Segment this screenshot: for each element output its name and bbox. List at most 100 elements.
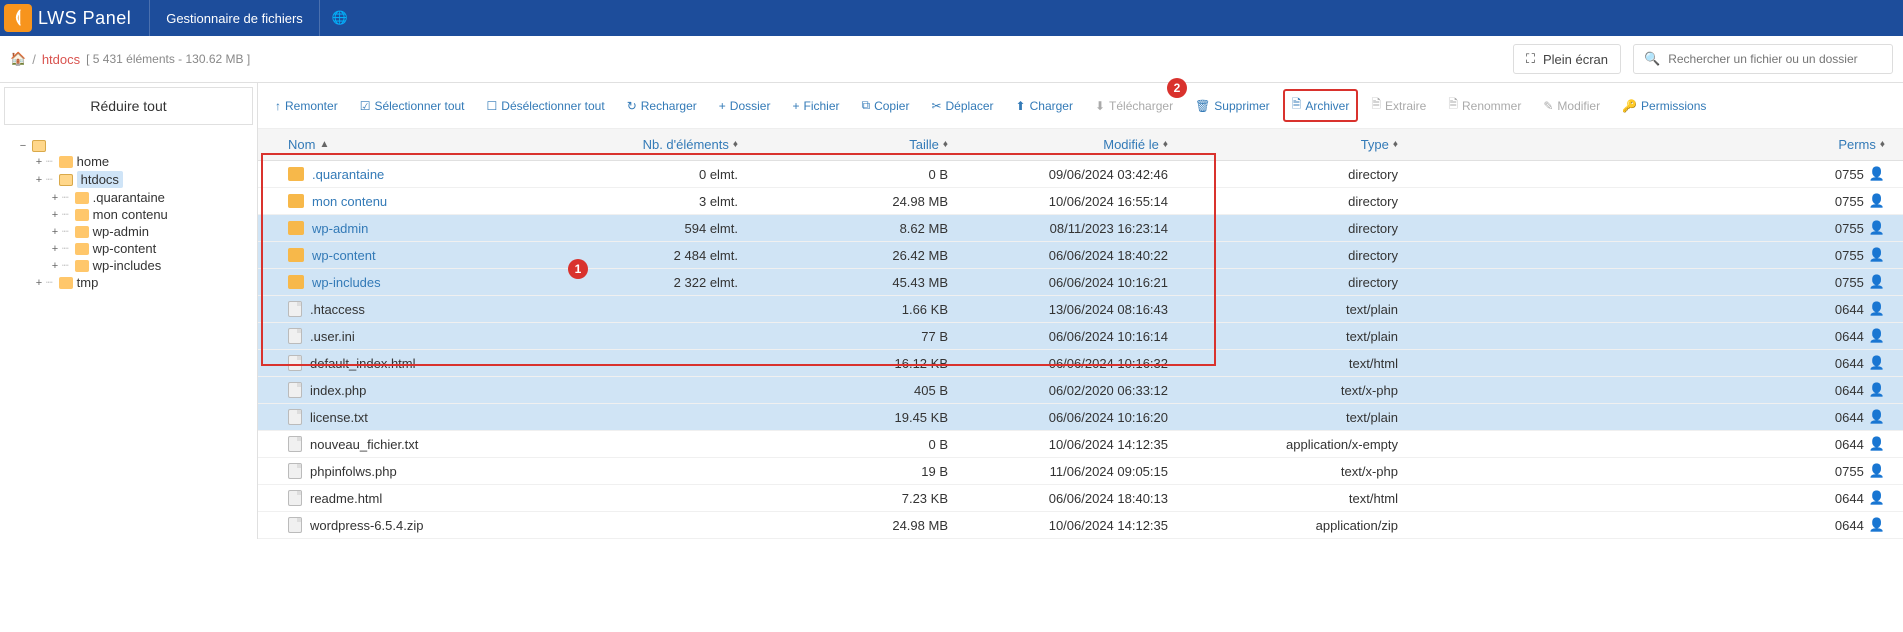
col-header-perms[interactable]: Perms♦ <box>1398 137 1893 152</box>
user-icon: 👤 <box>1869 301 1885 317</box>
toolbar-icon: ☐ <box>487 99 498 113</box>
table-row[interactable]: .quarantaine0 elmt.0 B09/06/2024 03:42:4… <box>258 161 1903 188</box>
charger-button[interactable]: ⬆Charger <box>1007 89 1082 122</box>
item-name[interactable]: phpinfolws.php <box>310 464 397 479</box>
table-row[interactable]: readme.html7.23 KB06/06/2024 18:40:13tex… <box>258 485 1903 512</box>
table-row[interactable]: license.txt19.45 KB06/06/2024 10:16:20te… <box>258 404 1903 431</box>
file-icon <box>288 328 302 344</box>
tree-node[interactable]: +┈wp-content <box>34 240 257 257</box>
item-size: 16.12 KB <box>738 356 948 371</box>
toolbar-label: Déplacer <box>946 99 994 113</box>
fullscreen-button[interactable]: ⛶ Plein écran <box>1513 44 1621 74</box>
tree-node[interactable]: +┈wp-includes <box>34 257 257 274</box>
item-name[interactable]: .quarantaine <box>312 167 384 182</box>
item-perms: 0755👤 <box>1398 166 1893 182</box>
recharger-button[interactable]: ↻Recharger <box>618 89 706 122</box>
tree-toggle[interactable]: + <box>34 174 44 186</box>
item-name[interactable]: license.txt <box>310 410 368 425</box>
table-row[interactable]: nouveau_fichier.txt0 B10/06/2024 14:12:3… <box>258 431 1903 458</box>
item-name[interactable]: default_index.html <box>310 356 416 371</box>
col-header-type[interactable]: Type♦ <box>1168 137 1398 152</box>
tree-node[interactable]: +┈htdocs <box>34 170 257 189</box>
tree-label[interactable]: htdocs <box>77 171 123 188</box>
table-row[interactable]: .user.ini77 B06/06/2024 10:16:14text/pla… <box>258 323 1903 350</box>
toolbar-icon: ⧉ <box>862 98 871 113</box>
item-name[interactable]: wp-admin <box>312 221 368 236</box>
fichier-button[interactable]: +Fichier <box>783 89 848 122</box>
tree-toggle[interactable]: + <box>50 260 60 272</box>
tree-label[interactable]: mon contenu <box>93 207 168 222</box>
toolbar-label: Sélectionner tout <box>374 99 464 113</box>
tree-root[interactable]: − <box>18 139 257 153</box>
col-header-size[interactable]: Taille♦ <box>738 137 948 152</box>
toolbar-label: Charger <box>1030 99 1073 113</box>
col-header-name[interactable]: Nom▲ <box>268 137 578 152</box>
sélectionner-tout-button[interactable]: ☑Sélectionner tout <box>351 89 474 122</box>
table-row[interactable]: phpinfolws.php19 B11/06/2024 09:05:15tex… <box>258 458 1903 485</box>
item-size: 405 B <box>738 383 948 398</box>
table-row[interactable]: wp-admin594 elmt.8.62 MB08/11/2023 16:23… <box>258 215 1903 242</box>
item-name[interactable]: wp-includes <box>312 275 381 290</box>
table-row[interactable]: index.php405 B06/02/2020 06:33:12text/x-… <box>258 377 1903 404</box>
permissions-button[interactable]: 🔑Permissions <box>1613 89 1715 122</box>
dossier-button[interactable]: +Dossier <box>710 89 780 122</box>
item-perms: 0755👤 <box>1398 193 1893 209</box>
item-name[interactable]: readme.html <box>310 491 382 506</box>
header-title[interactable]: Gestionnaire de fichiers <box>149 0 320 36</box>
breadcrumb-current[interactable]: htdocs <box>42 52 80 67</box>
désélectionner-tout-button[interactable]: ☐Désélectionner tout <box>478 89 614 122</box>
item-name[interactable]: wordpress-6.5.4.zip <box>310 518 423 533</box>
item-name[interactable]: index.php <box>310 383 366 398</box>
archiver-button[interactable]: 🗎Archiver <box>1283 89 1359 122</box>
col-header-elements[interactable]: Nb. d'éléments♦ <box>578 137 738 152</box>
collapse-all-button[interactable]: Réduire tout <box>4 87 253 125</box>
toolbar-label: Dossier <box>730 99 771 113</box>
tree-toggle[interactable]: + <box>50 209 60 221</box>
user-icon: 👤 <box>1869 166 1885 182</box>
copier-button[interactable]: ⧉Copier <box>853 89 919 122</box>
search-box[interactable]: 🔍 <box>1633 44 1893 74</box>
search-input[interactable] <box>1668 52 1882 66</box>
table-row[interactable]: wp-content2 484 elmt.26.42 MB06/06/2024 … <box>258 242 1903 269</box>
item-name[interactable]: wp-content <box>312 248 376 263</box>
tree-node[interactable]: +┈home <box>34 153 257 170</box>
item-size: 26.42 MB <box>738 248 948 263</box>
folder-icon <box>75 243 89 255</box>
tree-toggle[interactable]: + <box>50 226 60 238</box>
déplacer-button[interactable]: ✂Déplacer <box>922 89 1002 122</box>
tree-node[interactable]: +┈wp-admin <box>34 223 257 240</box>
item-perms: 0755👤 <box>1398 247 1893 263</box>
table-row[interactable]: .htaccess1.66 KB13/06/2024 08:16:43text/… <box>258 296 1903 323</box>
tree-toggle[interactable]: + <box>50 192 60 204</box>
tree-toggle[interactable]: − <box>18 140 28 152</box>
tree-node[interactable]: +┈tmp <box>34 274 257 291</box>
tree-toggle[interactable]: + <box>50 243 60 255</box>
item-size: 1.66 KB <box>738 302 948 317</box>
table-row[interactable]: mon contenu3 elmt.24.98 MB10/06/2024 16:… <box>258 188 1903 215</box>
item-name[interactable]: .htaccess <box>310 302 365 317</box>
item-elements: 0 elmt. <box>578 167 738 182</box>
annotation-badge-2: 2 <box>1167 78 1187 98</box>
tree-label[interactable]: wp-includes <box>93 258 162 273</box>
tree-label[interactable]: wp-admin <box>93 224 149 239</box>
table-row[interactable]: wordpress-6.5.4.zip24.98 MB10/06/2024 14… <box>258 512 1903 539</box>
table-row[interactable]: default_index.html16.12 KB06/06/2024 10:… <box>258 350 1903 377</box>
tree-node[interactable]: +┈mon contenu <box>34 206 257 223</box>
remonter-button[interactable]: ↑Remonter <box>266 89 347 122</box>
home-icon[interactable]: 🏠 <box>10 51 26 67</box>
item-name[interactable]: mon contenu <box>312 194 387 209</box>
supprimer-button[interactable]: 🗑Supprimer <box>1186 89 1279 122</box>
tree-label[interactable]: .quarantaine <box>93 190 165 205</box>
col-header-modified[interactable]: Modifié le♦ <box>948 137 1168 152</box>
tree-label[interactable]: wp-content <box>93 241 157 256</box>
folder-icon <box>288 221 304 235</box>
tree-label[interactable]: tmp <box>77 275 99 290</box>
language-button[interactable]: 🌐 <box>320 0 360 36</box>
item-name[interactable]: nouveau_fichier.txt <box>310 437 418 452</box>
tree-toggle[interactable]: + <box>34 156 44 168</box>
table-row[interactable]: wp-includes2 322 elmt.45.43 MB06/06/2024… <box>258 269 1903 296</box>
item-name[interactable]: .user.ini <box>310 329 355 344</box>
tree-label[interactable]: home <box>77 154 110 169</box>
tree-toggle[interactable]: + <box>34 277 44 289</box>
tree-node[interactable]: +┈.quarantaine <box>34 189 257 206</box>
